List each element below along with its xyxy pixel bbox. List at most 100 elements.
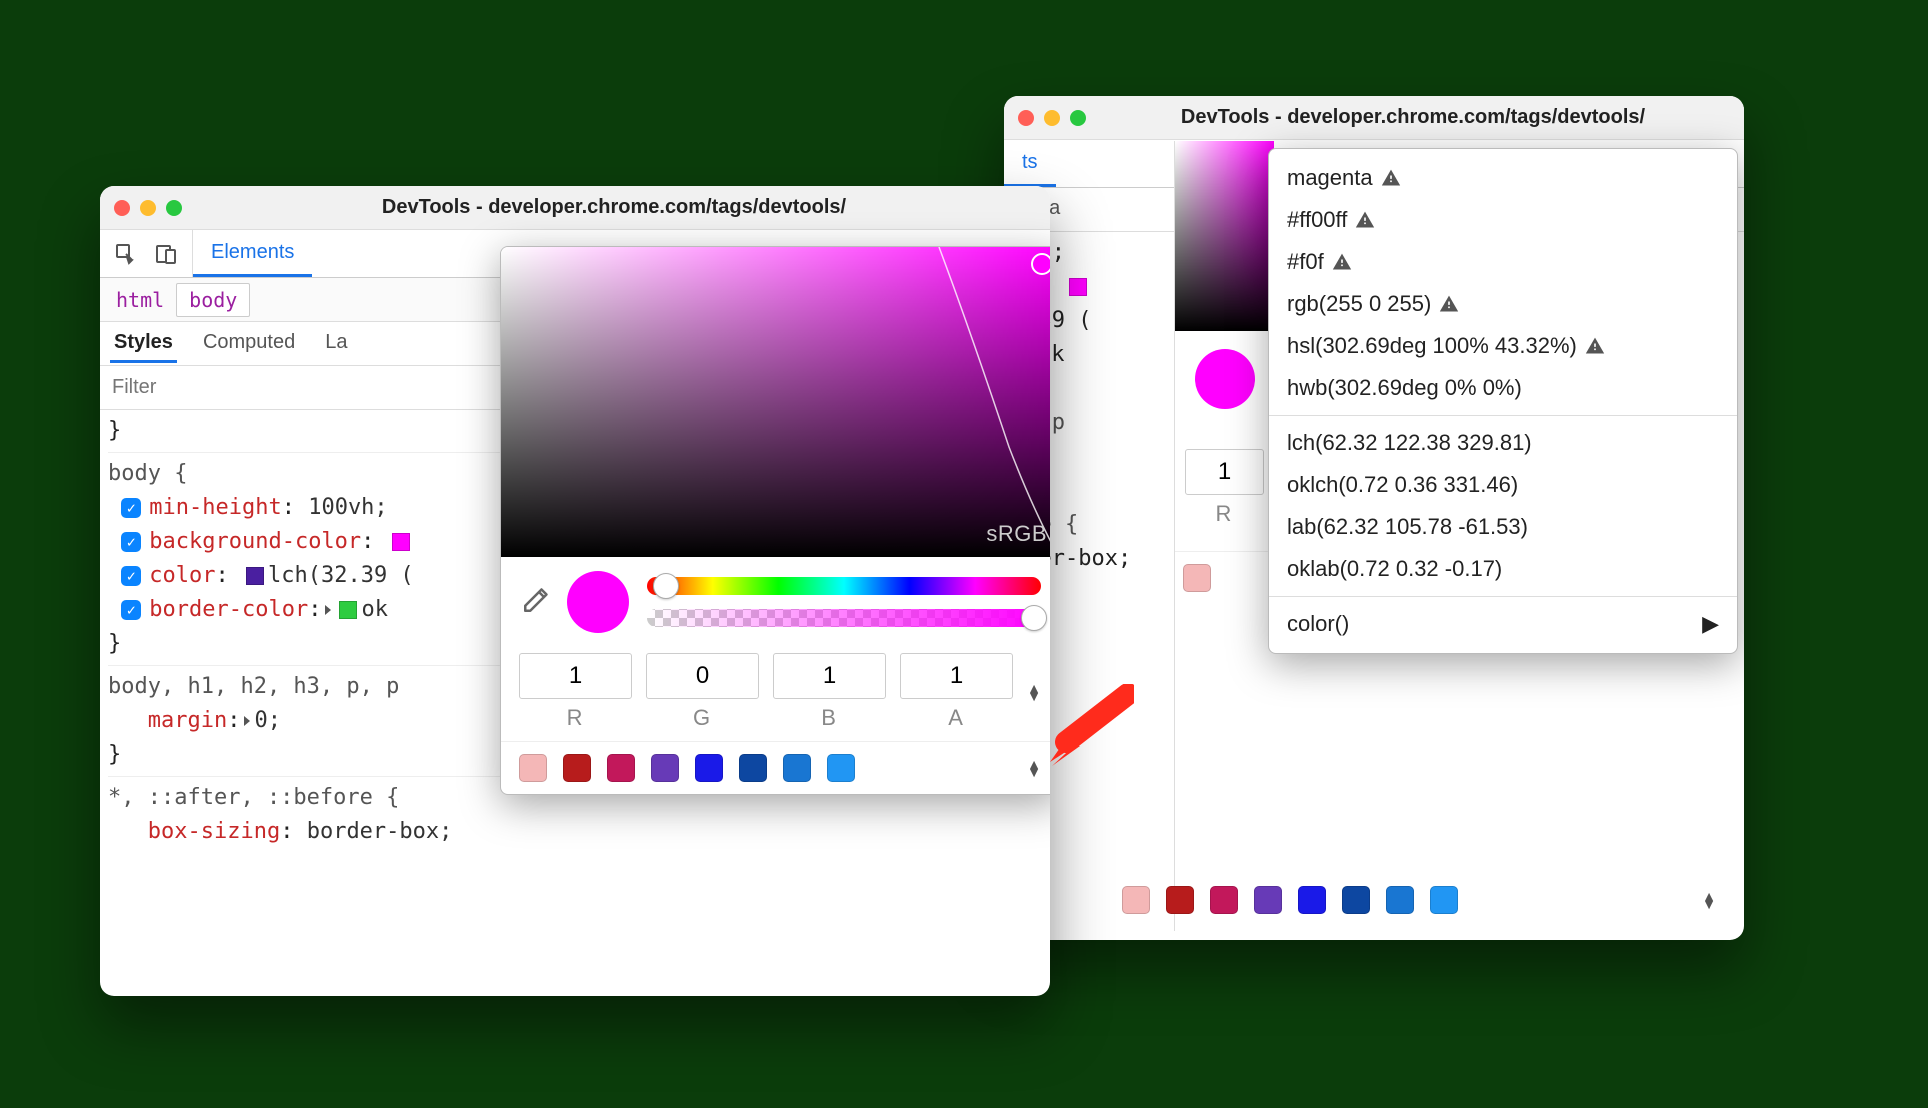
titlebar: DevTools - developer.chrome.com/tags/dev… bbox=[100, 186, 1050, 230]
color-swatch[interactable] bbox=[392, 533, 410, 551]
color-swatch[interactable] bbox=[339, 601, 357, 619]
format-item-lch[interactable]: lch(62.32 122.38 329.81) bbox=[1269, 422, 1737, 464]
channel-g: G bbox=[646, 653, 759, 731]
property-name[interactable]: margin bbox=[148, 708, 227, 733]
stepper-down-icon[interactable]: ▼ bbox=[1027, 692, 1041, 700]
color-picker-peek: R bbox=[1174, 141, 1274, 931]
window-title: DevTools - developer.chrome.com/tags/dev… bbox=[192, 196, 1036, 219]
property-name[interactable]: box-sizing bbox=[148, 819, 280, 844]
hue-slider-thumb[interactable] bbox=[653, 573, 679, 599]
palette-swatch[interactable] bbox=[651, 754, 679, 782]
subtab-layout[interactable]: La bbox=[321, 325, 351, 363]
format-submenu-color[interactable]: color() ▶ bbox=[1269, 603, 1737, 645]
palette-swatch[interactable] bbox=[607, 754, 635, 782]
channel-r: R bbox=[519, 653, 632, 731]
traffic-maximize-button[interactable] bbox=[1070, 110, 1086, 126]
traffic-minimize-button[interactable] bbox=[1044, 110, 1060, 126]
format-item-rgb[interactable]: rgb(255 0 255) bbox=[1269, 283, 1737, 325]
channel-input[interactable] bbox=[1185, 449, 1264, 495]
saturation-handle[interactable] bbox=[1031, 253, 1050, 275]
expand-icon[interactable] bbox=[325, 605, 331, 615]
channel-label: G bbox=[646, 705, 759, 731]
channel-label: B bbox=[773, 705, 886, 731]
palette-swatch[interactable] bbox=[1298, 886, 1326, 914]
palette-swatch[interactable] bbox=[1254, 886, 1282, 914]
palette-stepper[interactable]: ▲▼ bbox=[1702, 892, 1716, 908]
palette-swatch[interactable] bbox=[1342, 886, 1370, 914]
breadcrumb-html[interactable]: html bbox=[104, 284, 176, 316]
format-item-oklab[interactable]: oklab(0.72 0.32 -0.17) bbox=[1269, 548, 1737, 590]
property-enable-checkbox[interactable] bbox=[121, 600, 141, 620]
channel-label: R bbox=[1185, 501, 1264, 527]
color-picker: sRGB R bbox=[500, 246, 1050, 795]
channel-input[interactable] bbox=[900, 653, 1013, 699]
subtab-styles[interactable]: Styles bbox=[110, 325, 177, 363]
gamut-boundary-curve bbox=[909, 247, 1050, 557]
chevron-right-icon: ▶ bbox=[1702, 611, 1719, 637]
palette-swatch[interactable] bbox=[695, 754, 723, 782]
eyedropper-icon[interactable] bbox=[519, 587, 549, 617]
subtab-computed[interactable]: Computed bbox=[199, 325, 299, 363]
color-swatch[interactable] bbox=[246, 567, 264, 585]
format-stepper[interactable]: ▲ ▼ bbox=[1027, 684, 1041, 700]
channel-input[interactable] bbox=[773, 653, 886, 699]
property-enable-checkbox[interactable] bbox=[121, 498, 141, 518]
channel-input[interactable] bbox=[519, 653, 632, 699]
traffic-close-button[interactable] bbox=[1018, 110, 1034, 126]
warning-icon bbox=[1332, 252, 1352, 272]
property-value[interactable]: border-box; bbox=[307, 819, 453, 844]
property-name[interactable]: border-color bbox=[149, 597, 308, 622]
palette-swatch[interactable] bbox=[1386, 886, 1414, 914]
format-item-hex[interactable]: #ff00ff bbox=[1269, 199, 1737, 241]
window-title: DevTools - developer.chrome.com/tags/dev… bbox=[1096, 106, 1730, 129]
palette-row: ▲▼ bbox=[501, 741, 1050, 794]
palette-row-peek bbox=[1175, 551, 1274, 604]
alpha-slider[interactable] bbox=[647, 609, 1041, 627]
property-name[interactable]: background-color bbox=[149, 529, 361, 554]
palette-swatch[interactable] bbox=[739, 754, 767, 782]
property-value[interactable]: 0; bbox=[254, 708, 281, 733]
property-name[interactable]: min-height bbox=[149, 495, 281, 520]
selector[interactable]: body, h1, h2, h3, p, p bbox=[108, 674, 399, 699]
traffic-minimize-button[interactable] bbox=[140, 200, 156, 216]
channel-input[interactable] bbox=[646, 653, 759, 699]
breadcrumb-body[interactable]: body bbox=[176, 283, 250, 317]
palette-swatch[interactable] bbox=[519, 754, 547, 782]
selector[interactable]: body { bbox=[108, 461, 187, 486]
warning-icon bbox=[1585, 336, 1605, 356]
format-item-oklch[interactable]: oklch(0.72 0.36 331.46) bbox=[1269, 464, 1737, 506]
palette-swatch[interactable] bbox=[563, 754, 591, 782]
format-item-hex-short[interactable]: #f0f bbox=[1269, 241, 1737, 283]
tab-elements-frag[interactable]: ts bbox=[1004, 140, 1056, 187]
property-enable-checkbox[interactable] bbox=[121, 532, 141, 552]
selector[interactable]: *, ::after, ::before { bbox=[108, 785, 399, 810]
property-value[interactable]: ok bbox=[361, 597, 388, 622]
color-swatch[interactable] bbox=[1069, 278, 1087, 296]
saturation-field[interactable]: sRGB bbox=[501, 247, 1050, 557]
saturation-field-peek[interactable] bbox=[1175, 141, 1274, 331]
traffic-maximize-button[interactable] bbox=[166, 200, 182, 216]
palette-swatch[interactable] bbox=[783, 754, 811, 782]
palette-swatch[interactable] bbox=[827, 754, 855, 782]
property-enable-checkbox[interactable] bbox=[121, 566, 141, 586]
palette-stepper[interactable]: ▲▼ bbox=[1027, 760, 1041, 776]
format-item-magenta[interactable]: magenta bbox=[1269, 157, 1737, 199]
format-item-hsl[interactable]: hsl(302.69deg 100% 43.32%) bbox=[1269, 325, 1737, 367]
palette-swatch[interactable] bbox=[1430, 886, 1458, 914]
property-value[interactable]: 100vh; bbox=[308, 495, 387, 520]
palette-swatch[interactable] bbox=[1183, 564, 1211, 592]
tab-elements[interactable]: Elements bbox=[193, 230, 312, 277]
property-name[interactable]: color bbox=[149, 563, 215, 588]
hue-slider[interactable] bbox=[647, 577, 1041, 595]
alpha-slider-thumb[interactable] bbox=[1021, 605, 1047, 631]
device-toggle-icon[interactable] bbox=[154, 242, 178, 266]
palette-swatch[interactable] bbox=[1166, 886, 1194, 914]
format-item-lab[interactable]: lab(62.32 105.78 -61.53) bbox=[1269, 506, 1737, 548]
expand-icon[interactable] bbox=[244, 716, 250, 726]
traffic-close-button[interactable] bbox=[114, 200, 130, 216]
format-item-hwb[interactable]: hwb(302.69deg 0% 0%) bbox=[1269, 367, 1737, 409]
inspect-element-icon[interactable] bbox=[114, 242, 138, 266]
palette-swatch[interactable] bbox=[1210, 886, 1238, 914]
palette-swatch[interactable] bbox=[1122, 886, 1150, 914]
property-value[interactable]: lch(32.39 ( bbox=[268, 563, 414, 588]
